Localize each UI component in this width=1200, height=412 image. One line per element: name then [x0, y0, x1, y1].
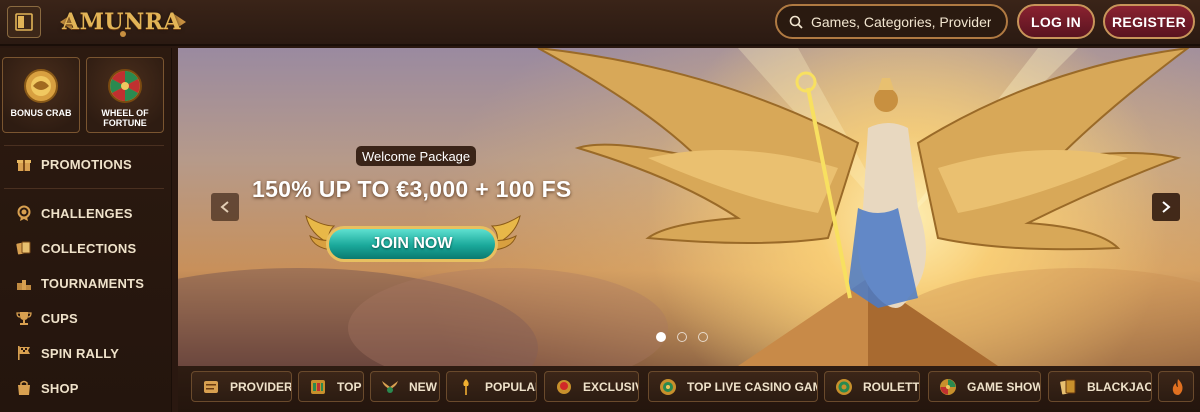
category-label: POPULAR [485, 379, 536, 394]
cards-icon [16, 241, 31, 255]
hero-illustration [178, 48, 1200, 366]
sidebar-item-challenges[interactable]: CHALLENGES [0, 198, 165, 228]
sidebar-item-label: TOURNAMENTS [41, 275, 145, 291]
category-blackjack[interactable]: BLACKJACK [1048, 371, 1152, 402]
tile-label: BONUS CRAB [10, 108, 72, 118]
category-game-shows[interactable]: GAME SHOWS [928, 371, 1041, 402]
category-top[interactable]: TOP [298, 371, 364, 402]
category-label: TOP [337, 379, 362, 394]
cards-icon [1060, 379, 1076, 394]
medal-icon [17, 205, 31, 221]
scroll-icon [204, 380, 218, 393]
sidebar-item-collections[interactable]: COLLECTIONS [0, 233, 165, 263]
login-button[interactable]: LOG IN [1017, 4, 1095, 39]
category-new[interactable]: NEW [370, 371, 440, 402]
welcome-badge: Welcome Package [356, 146, 477, 166]
sidebar: BONUS CRAB WHEEL OF FORTUNE PROMOTIONS C… [0, 48, 172, 412]
category-label: TOP LIVE CASINO GAMES [687, 379, 817, 394]
carousel-prev-button[interactable] [211, 193, 239, 221]
podium-icon [17, 280, 31, 290]
sidebar-item-label: CUPS [41, 310, 78, 326]
chevron-left-icon [220, 201, 229, 213]
carousel-next-button[interactable] [1152, 193, 1180, 221]
chevron-right-icon [1162, 201, 1171, 213]
category-label: PROVIDERS [230, 379, 292, 394]
sidebar-toggle-button[interactable] [7, 6, 41, 38]
logo-text: AMUNRA [62, 9, 182, 35]
sidebar-item-label: SPIN RALLY [41, 345, 120, 361]
sidebar-item-label: CHALLENGES [41, 205, 133, 221]
register-button[interactable]: REGISTER [1103, 4, 1195, 39]
search-icon [789, 15, 803, 29]
sidebar-item-spin-rally[interactable]: SPIN RALLY [0, 338, 165, 368]
hero-offer-text: 150% UP TO €3,000 + 100 FS [252, 176, 572, 202]
category-more[interactable] [1158, 371, 1194, 402]
sidebar-item-label: SHOP [41, 380, 79, 396]
sidebar-item-label: COLLECTIONS [41, 240, 137, 256]
search-input[interactable] [811, 13, 991, 30]
carousel-dot[interactable] [698, 332, 708, 342]
category-top-live-casino-games[interactable]: TOP LIVE CASINO GAMES [648, 371, 818, 402]
flag-icon [18, 346, 30, 360]
roulette-icon [836, 378, 852, 395]
category-label: BLACKJACK [1087, 379, 1151, 394]
wheel-of-fortune-tile[interactable]: WHEEL OF FORTUNE [86, 57, 164, 133]
top-header: AMUNRA LOG IN REGISTER [0, 0, 1200, 46]
search-box[interactable] [775, 4, 1008, 39]
amunra-logo[interactable]: AMUNRA [58, 6, 188, 38]
hero-banner[interactable]: Welcome Package 150% UP TO €3,000 + 100 … [178, 48, 1200, 366]
sidebar-item-shop[interactable]: SHOP [0, 373, 165, 403]
category-exclusive[interactable]: EXCLUSIVE [544, 371, 639, 402]
join-cta: JOIN NOW [304, 212, 522, 272]
join-now-button[interactable]: JOIN NOW [326, 226, 498, 262]
carousel-dot[interactable] [656, 332, 666, 342]
sidebar-divider [4, 188, 164, 189]
sidebar-divider [4, 145, 164, 146]
wheel-icon [940, 378, 956, 395]
tile-label: WHEEL OF FORTUNE [101, 108, 149, 128]
category-bar: PROVIDERS TOP NEW POPULAR EXCLUSIVE [178, 366, 1200, 412]
winged-icon [382, 380, 398, 393]
category-label: ROULETTE [863, 379, 920, 394]
slot-icon [311, 379, 325, 394]
category-roulette[interactable]: ROULETTE [824, 371, 920, 402]
sidebar-item-promotions[interactable]: PROMOTIONS [0, 149, 165, 179]
category-providers[interactable]: PROVIDERS [191, 371, 292, 402]
gift-icon [17, 160, 31, 171]
carousel-dot[interactable] [677, 332, 687, 342]
shopping-bag-icon [18, 380, 30, 395]
carousel-dots [656, 332, 708, 342]
category-popular[interactable]: POPULAR [446, 371, 537, 402]
gem-icon [557, 379, 571, 394]
book-icon [15, 13, 33, 31]
crab-coin-icon [24, 69, 58, 103]
sidebar-item-cups[interactable]: CUPS [0, 303, 165, 333]
trophy-icon [16, 312, 32, 325]
torch-icon [463, 378, 469, 395]
category-label: GAME SHOWS [967, 379, 1040, 394]
sidebar-item-label: PROMOTIONS [41, 156, 132, 172]
category-label: NEW [409, 379, 437, 394]
bonus-crab-tile[interactable]: BONUS CRAB [2, 57, 80, 133]
sidebar-item-tournaments[interactable]: TOURNAMENTS [0, 268, 165, 298]
chip-icon [660, 378, 676, 395]
wheel-icon [108, 69, 142, 103]
fire-icon [1172, 378, 1183, 395]
category-label: EXCLUSIVE [583, 379, 638, 394]
